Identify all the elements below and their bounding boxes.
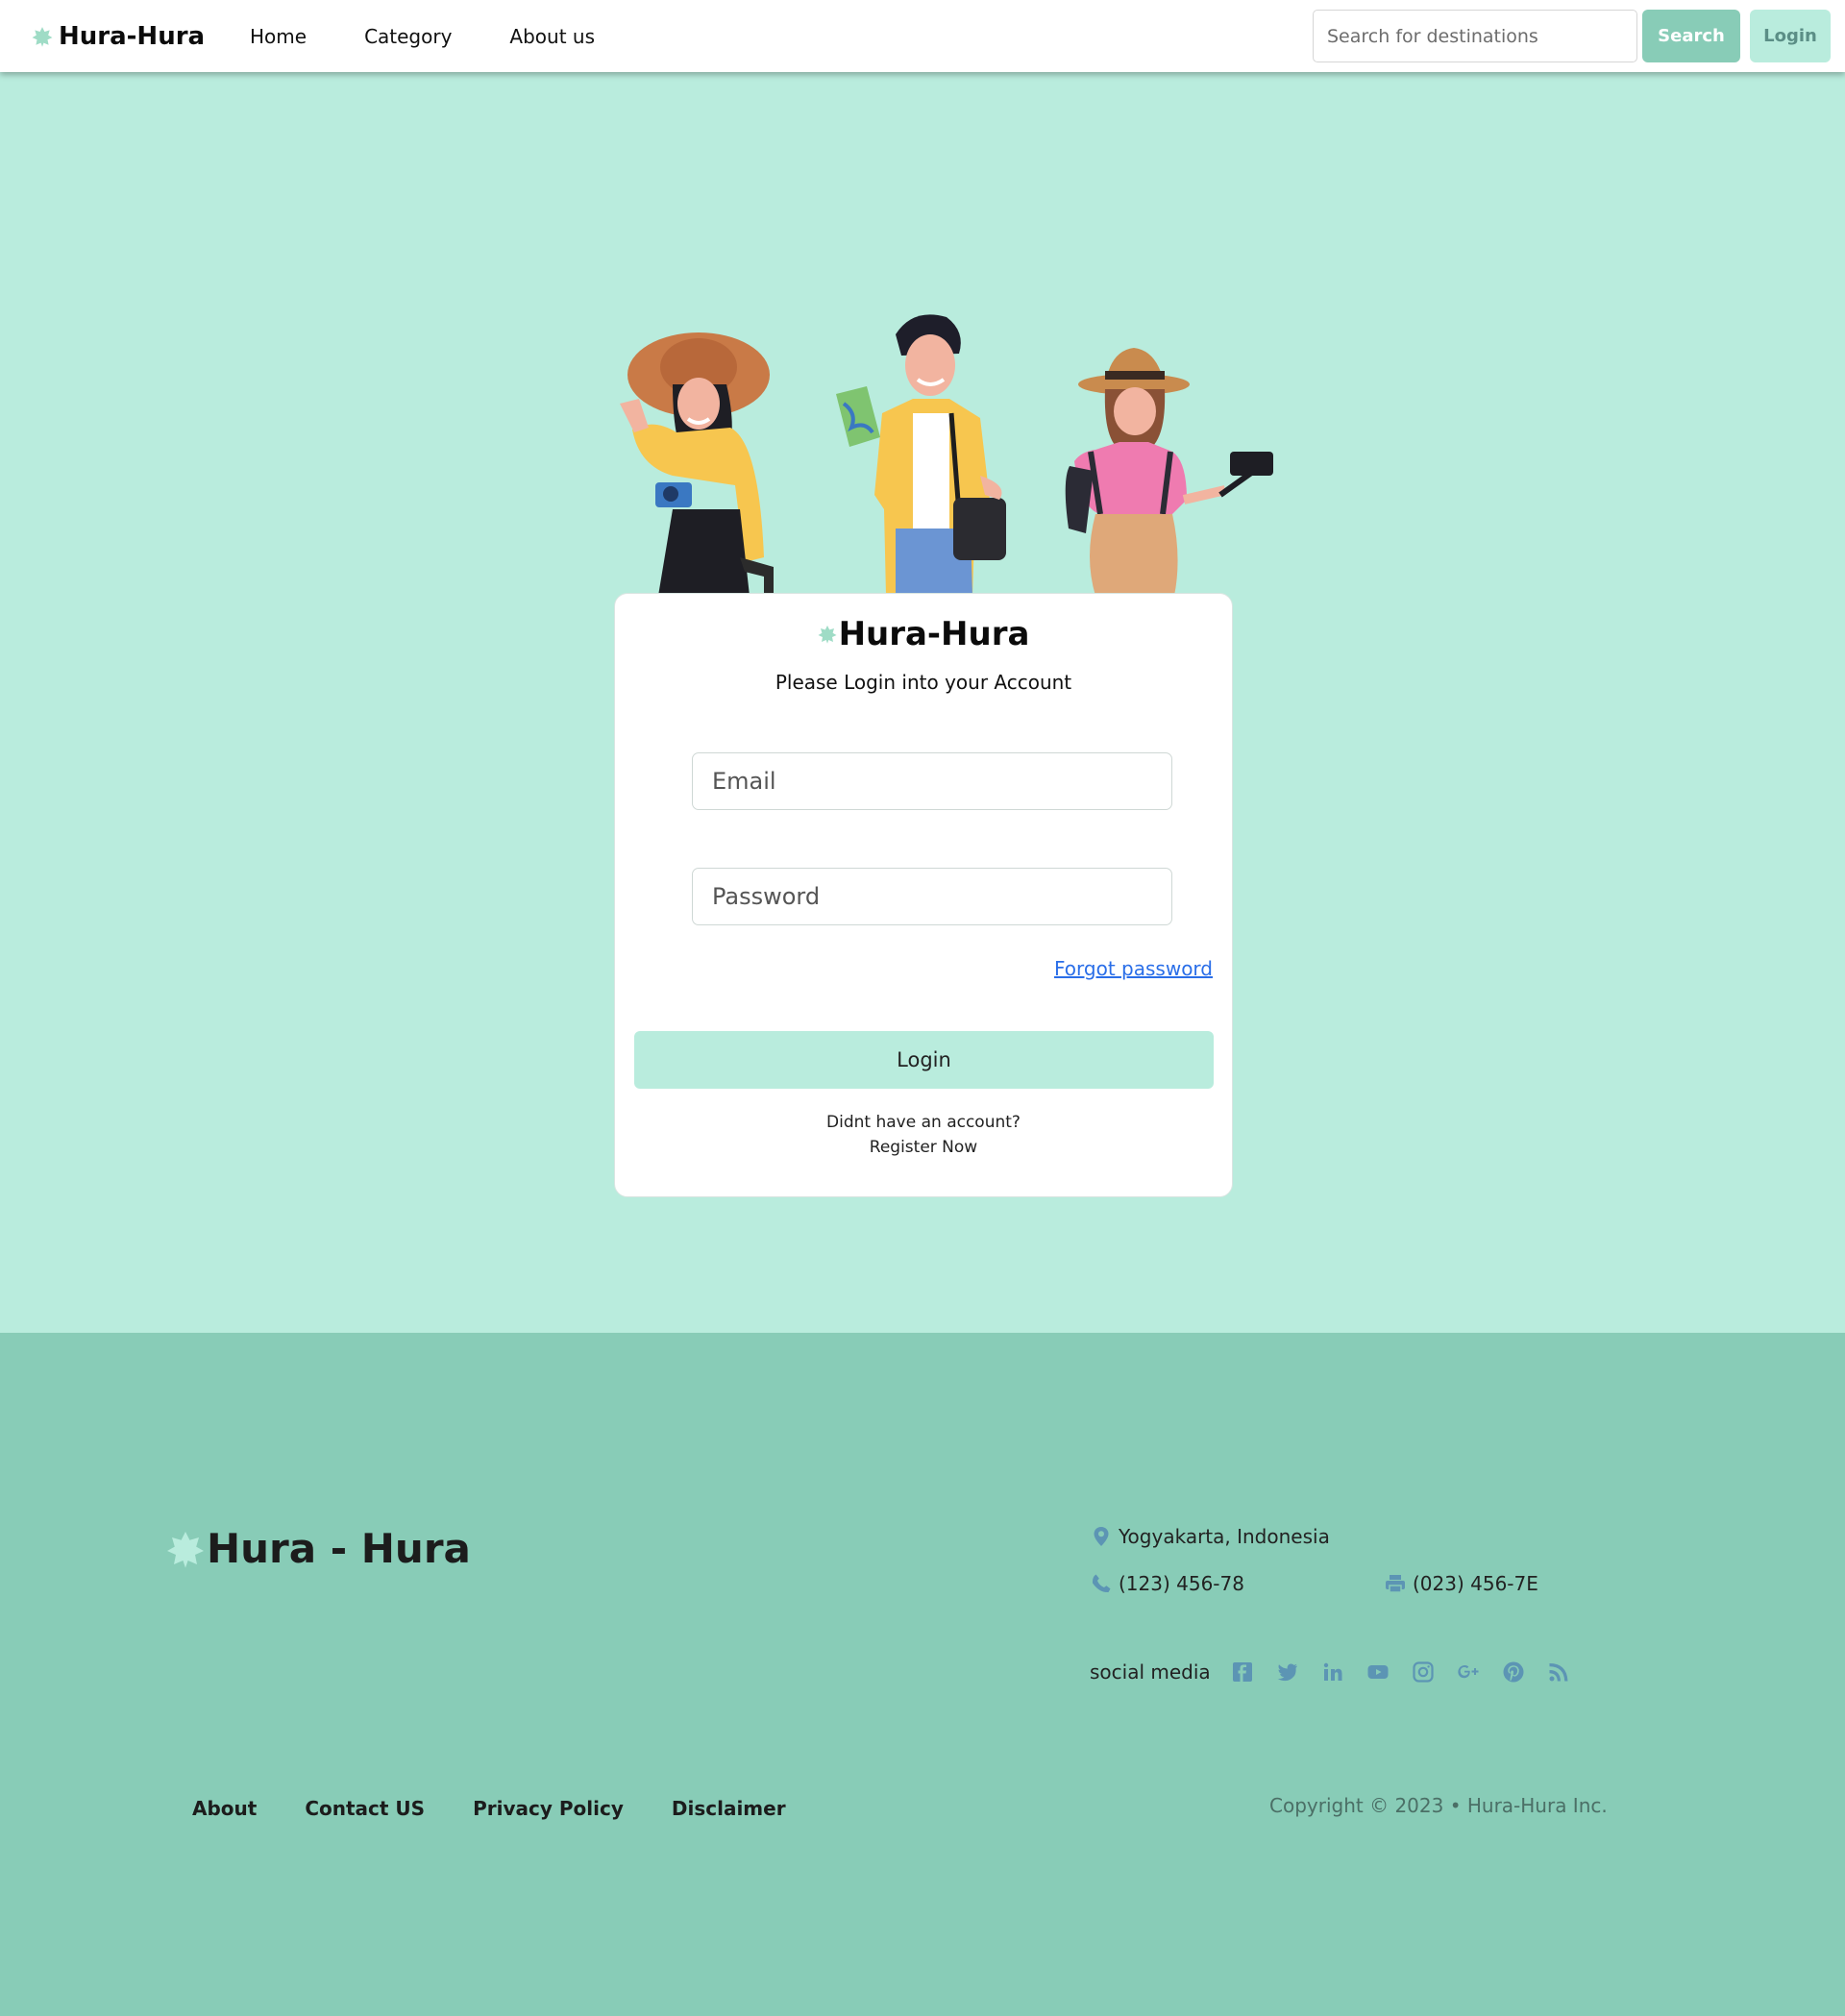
brand-star-icon <box>818 626 837 644</box>
footer-location: Yogyakarta, Indonesia <box>1090 1525 1330 1548</box>
phone-icon <box>1092 1574 1111 1593</box>
register-prompt: Didnt have an account? Register Now <box>615 1110 1232 1160</box>
footer-link-disclaimer[interactable]: Disclaimer <box>672 1797 786 1820</box>
copyright-text: Copyright © 2023 • Hura-Hura Inc. <box>1269 1794 1608 1817</box>
nav-link-category[interactable]: Category <box>335 21 480 52</box>
rss-icon[interactable] <box>1546 1660 1571 1684</box>
printer-icon <box>1386 1575 1405 1593</box>
login-card: Hura-Hura Please Login into your Account… <box>614 593 1233 1197</box>
nav-link-home[interactable]: Home <box>221 21 335 52</box>
linkedin-icon[interactable] <box>1320 1660 1345 1684</box>
footer-link-privacy-policy[interactable]: Privacy Policy <box>473 1797 624 1820</box>
navbar-login-button[interactable]: Login <box>1750 10 1831 62</box>
twitter-icon[interactable] <box>1275 1660 1300 1684</box>
main-nav: Home Category About us <box>221 21 624 52</box>
footer-brand-name: Hura - Hura <box>207 1525 471 1572</box>
footer-fax: (023) 456-7E <box>1384 1572 1538 1595</box>
navbar-brand[interactable]: Hura-Hura <box>32 19 205 54</box>
google-plus-icon[interactable] <box>1456 1660 1481 1684</box>
forgot-password-link[interactable]: Forgot password <box>1054 957 1213 980</box>
phone-text: (123) 456-78 <box>1119 1572 1244 1595</box>
footer-link-contact-us[interactable]: Contact US <box>305 1797 425 1820</box>
location-pin-icon <box>1094 1527 1109 1546</box>
youtube-icon[interactable] <box>1365 1660 1390 1684</box>
traveler-woman-selfie <box>1065 348 1273 596</box>
login-card-title: Hura-Hura <box>838 615 1030 653</box>
search-button[interactable]: Search <box>1642 10 1740 62</box>
nav-link-about-us[interactable]: About us <box>480 21 624 52</box>
footer: Hura - Hura Yogyakarta, Indonesia (123) … <box>0 1333 1845 2016</box>
register-now-link[interactable]: Register Now <box>615 1135 1232 1160</box>
brand-star-icon <box>167 1531 204 1568</box>
social-media-label: social media <box>1090 1660 1211 1684</box>
login-card-subtitle: Please Login into your Account <box>775 671 1072 694</box>
email-field[interactable] <box>692 752 1172 810</box>
no-account-text: Didnt have an account? <box>826 1113 1021 1132</box>
traveler-woman-hat <box>620 332 774 596</box>
traveler-man-map <box>836 314 1006 596</box>
footer-social: social media <box>1090 1660 1591 1684</box>
footer-links: About Contact US Privacy Policy Disclaim… <box>192 1797 834 1820</box>
footer-brand: Hura - Hura <box>166 1525 471 1572</box>
password-field[interactable] <box>692 868 1172 925</box>
instagram-icon[interactable] <box>1411 1660 1436 1684</box>
footer-phone: (123) 456-78 <box>1090 1572 1244 1595</box>
login-button[interactable]: Login <box>634 1031 1214 1089</box>
facebook-icon[interactable] <box>1230 1660 1255 1684</box>
top-navbar: Hura-Hura Home Category About us Search … <box>0 0 1845 72</box>
pinterest-icon[interactable] <box>1501 1660 1526 1684</box>
location-text: Yogyakarta, Indonesia <box>1119 1525 1330 1548</box>
footer-link-about[interactable]: About <box>192 1797 257 1820</box>
search-input[interactable] <box>1313 10 1637 62</box>
login-card-brand: Hura-Hura <box>615 615 1232 653</box>
fax-text: (023) 456-7E <box>1413 1572 1538 1595</box>
brand-star-icon <box>32 27 53 47</box>
travelers-illustration <box>620 314 1273 596</box>
brand-name: Hura-Hura <box>59 22 206 51</box>
